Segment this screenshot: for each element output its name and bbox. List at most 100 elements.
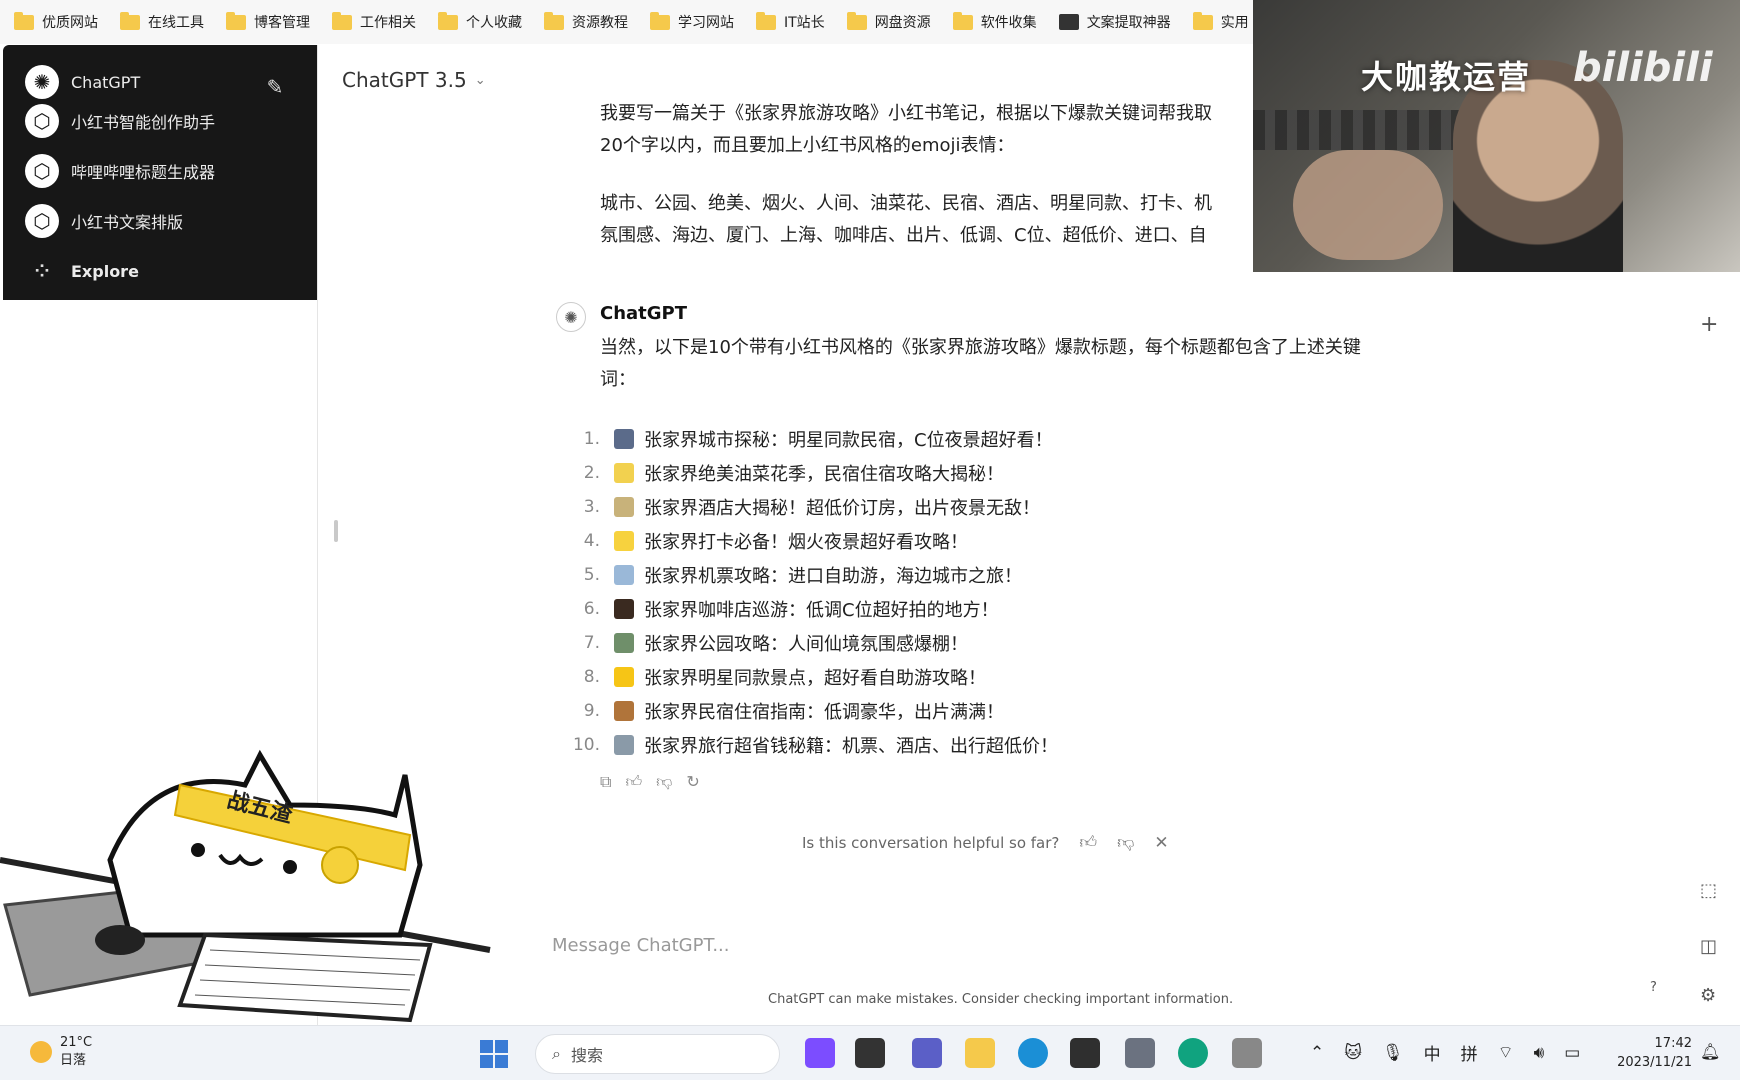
- ime-chinese[interactable]: 中: [1424, 1040, 1441, 1065]
- close-icon[interactable]: ✕: [1154, 833, 1168, 853]
- list-number: 1.: [583, 429, 600, 449]
- folder-icon: [438, 11, 458, 30]
- bookmark-item[interactable]: 学习网站: [650, 11, 734, 32]
- list-text: 张家界旅行超省钱秘籍：机票、酒店、出行超低价！: [644, 736, 1058, 757]
- user-message-line: 我要写一篇关于《张家界旅游攻略》小红书笔记，根据以下爆款关键词帮我取: [600, 103, 1212, 124]
- regenerate-icon[interactable]: ↻: [686, 772, 699, 792]
- list-item: 10. 张家界旅行超省钱秘籍：机票、酒店、出行超低价！: [560, 728, 1460, 762]
- thumbs-up-icon[interactable]: 👍︎: [625, 772, 642, 792]
- sidebar: ✺ ChatGPT ✎ ⬡ 小红书智能创作助手 ⬡ 哔哩哔哩标题生成器 ⬡ 小红…: [3, 45, 318, 300]
- clock[interactable]: 17:42 2023/11/21: [1612, 1034, 1692, 1072]
- weather-sun-icon: [30, 1041, 52, 1063]
- list-text: 张家界绝美油菜花季，民宿住宿攻略大揭秘！: [644, 464, 1004, 485]
- sidebar-item-xhs-assistant[interactable]: ⬡ 小红书智能创作助手: [25, 104, 215, 138]
- sidebar-item-explore[interactable]: ⁘ Explore: [25, 259, 139, 283]
- list-item: 3. 张家界酒店大揭秘！超低价订房，出片夜景无敌！: [560, 490, 1460, 524]
- list-text: 张家界城市探秘：明星同款民宿，C位夜景超好看！: [644, 430, 1053, 451]
- emoji-icon: [614, 701, 634, 721]
- list-number: 8.: [583, 667, 600, 687]
- list-number: 2.: [583, 463, 600, 483]
- folder-icon: [14, 11, 34, 30]
- bookmark-item[interactable]: 个人收藏: [438, 11, 522, 32]
- bookmark-item[interactable]: 在线工具: [120, 11, 204, 32]
- sidebar-item-xhs-format[interactable]: ⬡ 小红书文案排版: [25, 204, 183, 238]
- list-item: 1. 张家界城市探秘：明星同款民宿，C位夜景超好看！: [560, 422, 1460, 456]
- notepad-app-icon[interactable]: [1125, 1038, 1155, 1068]
- sidebar-item-label: ChatGPT: [71, 72, 141, 92]
- microphone-icon[interactable]: 🎙︎: [1382, 1043, 1404, 1063]
- copy-icon[interactable]: ⧉: [600, 772, 611, 792]
- bookmark-item[interactable]: 资源教程: [544, 11, 628, 32]
- sidebar-item-chatgpt[interactable]: ✺ ChatGPT: [25, 65, 140, 99]
- taskbar-search[interactable]: ⌕ 搜索: [535, 1034, 780, 1074]
- new-chat-icon[interactable]: ✎: [263, 75, 287, 99]
- bookmark-label: 网盘资源: [874, 15, 931, 31]
- feedback-prompt: Is this conversation helpful so far? 👍︎ …: [802, 832, 1169, 854]
- feedback-question: Is this conversation helpful so far?: [802, 833, 1060, 852]
- help-icon[interactable]: ?: [1650, 980, 1657, 995]
- list-item: 7. 张家界公园攻略：人间仙境氛围感爆棚！: [560, 626, 1460, 660]
- list-text: 张家界打卡必备！烟火夜景超好看攻略！: [644, 532, 968, 553]
- bookmark-item[interactable]: 博客管理: [226, 11, 310, 32]
- sidebar-item-label: 哔哩哔哩标题生成器: [71, 163, 216, 182]
- phone-link-icon[interactable]: [1232, 1038, 1262, 1068]
- message-actions: ⧉ 👍︎ 👎︎ ↻: [600, 772, 700, 792]
- sidebar-item-label: 小红书智能创作助手: [71, 113, 216, 132]
- teams-app-icon[interactable]: [912, 1038, 942, 1068]
- sidebar-resize-handle[interactable]: [334, 520, 338, 542]
- bookmark-label: 软件收集: [980, 15, 1037, 31]
- battery-icon[interactable]: ▭: [1564, 1043, 1580, 1063]
- message-input[interactable]: Message ChatGPT...: [552, 935, 730, 956]
- weather-widget[interactable]: 21°C 日落: [30, 1034, 92, 1070]
- user-message-line: 20个字以内，而且要加上小红书风格的emoji表情：: [600, 135, 1015, 156]
- chatgpt-app-icon[interactable]: [1178, 1038, 1208, 1068]
- screenshot-icon[interactable]: ⬚: [1700, 880, 1717, 901]
- bookmark-item[interactable]: 工作相关: [332, 11, 416, 32]
- taskbar: 21°C 日落 ⌕ 搜索 ⌃ 🐱 🎙︎ 中 拼 ⌔ 🔊︎ ▭ 17:42 202…: [0, 1025, 1740, 1080]
- thumbs-down-icon[interactable]: 👎︎: [656, 772, 672, 792]
- notification-bell-icon[interactable]: 🔔︎: [1700, 1042, 1720, 1061]
- list-item: 8. 张家界明星同款景点，超好看自助游攻略！: [560, 660, 1460, 694]
- chevron-down-icon: ⌄: [474, 72, 486, 88]
- folder-icon: [952, 11, 973, 30]
- bookmark-label: 资源教程: [572, 15, 628, 31]
- taskview-app-icon[interactable]: [855, 1038, 885, 1068]
- bookmark-item[interactable]: 优质网站: [14, 11, 98, 32]
- thumbs-down-icon[interactable]: 👎︎: [1117, 832, 1134, 853]
- folder-icon: [1192, 11, 1213, 30]
- gpt-cube-icon: ⬡: [25, 104, 59, 138]
- bookmark-item[interactable]: 网盘资源: [846, 11, 931, 32]
- list-text: 张家界咖啡店巡游：低调C位超好拍的地方！: [644, 600, 999, 621]
- file-explorer-icon[interactable]: [965, 1038, 995, 1068]
- settings-gear-icon[interactable]: ⚙: [1700, 985, 1716, 1006]
- emoji-icon: [614, 429, 634, 449]
- bookmark-item[interactable]: IT站长: [756, 11, 825, 32]
- bookmark-item[interactable]: 实用: [1192, 11, 1249, 32]
- emoji-icon: [614, 633, 634, 653]
- thumbs-up-icon[interactable]: 👍︎: [1079, 832, 1097, 853]
- list-item: 4. 张家界打卡必备！烟火夜景超好看攻略！: [560, 524, 1460, 558]
- bookmark-label: IT站长: [784, 15, 825, 31]
- windows-start-icon[interactable]: [480, 1040, 508, 1068]
- wifi-icon[interactable]: ⌔: [1498, 1042, 1514, 1063]
- disclaimer: ChatGPT can make mistakes. Consider chec…: [768, 992, 1234, 1007]
- ime-pinyin[interactable]: 拼: [1461, 1040, 1478, 1065]
- gpt-cube-icon: ⬡: [25, 154, 59, 188]
- edge-browser-icon[interactable]: [1018, 1038, 1048, 1068]
- list-number: 3.: [583, 497, 600, 517]
- volume-icon[interactable]: 🔊︎: [1534, 1043, 1545, 1063]
- sidebar-item-label: Explore: [71, 261, 139, 281]
- bookmark-item[interactable]: 软件收集: [952, 11, 1037, 32]
- chevron-up-icon[interactable]: ⌃: [1310, 1043, 1324, 1063]
- emoji-icon: [614, 565, 634, 585]
- premiere-app-icon[interactable]: [805, 1038, 835, 1068]
- list-number: 7.: [583, 633, 600, 653]
- hand: [1293, 150, 1443, 260]
- tray-app-icon[interactable]: 🐱: [1344, 1043, 1362, 1063]
- bookmark-item[interactable]: 文案提取神器: [1058, 12, 1171, 32]
- sidebar-item-bili-title[interactable]: ⬡ 哔哩哔哩标题生成器: [25, 154, 215, 188]
- model-selector[interactable]: ChatGPT 3.5 ⌄: [342, 68, 486, 92]
- sidepanel-icon[interactable]: ◫: [1700, 936, 1717, 957]
- store-app-icon[interactable]: [1070, 1038, 1100, 1068]
- plus-icon[interactable]: +: [1700, 312, 1718, 337]
